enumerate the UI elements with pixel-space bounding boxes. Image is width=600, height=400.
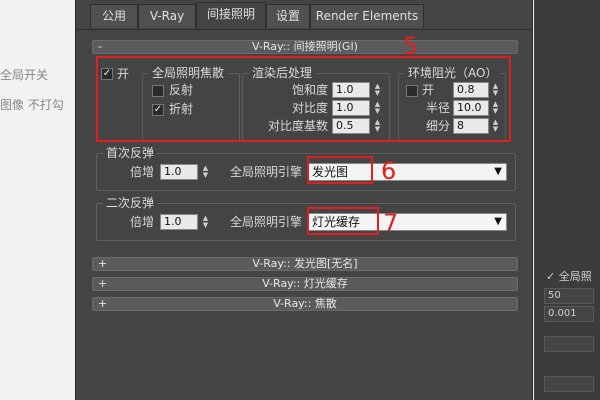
dropdown-arrow-icon: ▼ [494, 216, 502, 227]
tab-indirect-illumination[interactable]: 间接照明 [196, 2, 266, 30]
background-field [544, 336, 594, 352]
spinner-arrows-icon[interactable]: ▲ ▼ [201, 215, 210, 229]
annotation-box-5 [96, 56, 511, 142]
background-panel: ✓ 全局照 50 0.001 [534, 0, 600, 400]
annotation-box-6 [307, 156, 373, 184]
background-checkbox: ✓ 全局照 [546, 270, 592, 283]
expand-icon: + [98, 257, 108, 270]
background-text: 图像 不打勾 [0, 98, 64, 112]
primary-bounce-label: 首次反弹 [103, 146, 158, 160]
rollout-gi-title[interactable]: - V-Ray:: 间接照明(GI) [92, 40, 518, 54]
annotation-box-7 [307, 207, 379, 235]
spinner-arrows-icon[interactable]: ▲ ▼ [201, 165, 210, 179]
render-setup-dialog: 公用 V-Ray 间接照明 设置 Render Elements - V-Ray… [75, 0, 533, 400]
rollout-label: V-Ray:: 焦散 [273, 297, 337, 310]
annotation-number-7: 7 [383, 209, 399, 237]
tab-bar: 公用 V-Ray 间接照明 设置 Render Elements [76, 0, 532, 30]
rollout-gi-label: V-Ray:: 间接照明(GI) [252, 40, 358, 53]
tab-vray[interactable]: V-Ray [138, 4, 196, 28]
primary-engine-label: 全局照明引擎 [230, 165, 303, 179]
secondary-multiplier-label: 倍增 [130, 215, 155, 229]
tab-settings[interactable]: 设置 [266, 4, 310, 28]
rollout-irradiance-map[interactable]: + V-Ray:: 发光图[无名] [92, 257, 518, 271]
tab-common[interactable]: 公用 [90, 4, 138, 28]
secondary-multiplier-spinner[interactable]: 1.0 ▲ ▼ [160, 214, 212, 230]
rollout-label: V-Ray:: 发光图[无名] [252, 257, 358, 270]
dropdown-arrow-icon: ▼ [494, 166, 502, 177]
annotation-number-6: 6 [381, 157, 397, 185]
background-field: 0.001 [544, 306, 594, 322]
expand-icon: + [98, 277, 108, 290]
primary-multiplier-label: 倍增 [130, 165, 155, 179]
rollout-caustics[interactable]: + V-Ray:: 焦散 [92, 297, 518, 311]
rollout-light-cache[interactable]: + V-Ray:: 灯光缓存 [92, 277, 518, 291]
background-text: 全局开关 [0, 68, 49, 82]
annotation-number-5: 5 [403, 32, 419, 60]
secondary-multiplier-input[interactable]: 1.0 [160, 214, 198, 230]
background-field: 50 [544, 288, 594, 304]
tab-render-elements[interactable]: Render Elements [310, 4, 424, 28]
secondary-bounce-label: 二次反弹 [103, 196, 158, 210]
secondary-engine-label: 全局照明引擎 [230, 215, 303, 229]
background-field [544, 376, 594, 392]
primary-multiplier-input[interactable]: 1.0 [160, 164, 198, 180]
expand-icon: + [98, 297, 108, 310]
collapse-icon: - [98, 40, 102, 53]
primary-multiplier-spinner[interactable]: 1.0 ▲ ▼ [160, 164, 212, 180]
rollout-label: V-Ray:: 灯光缓存 [262, 277, 348, 290]
tab-divider [76, 29, 532, 30]
